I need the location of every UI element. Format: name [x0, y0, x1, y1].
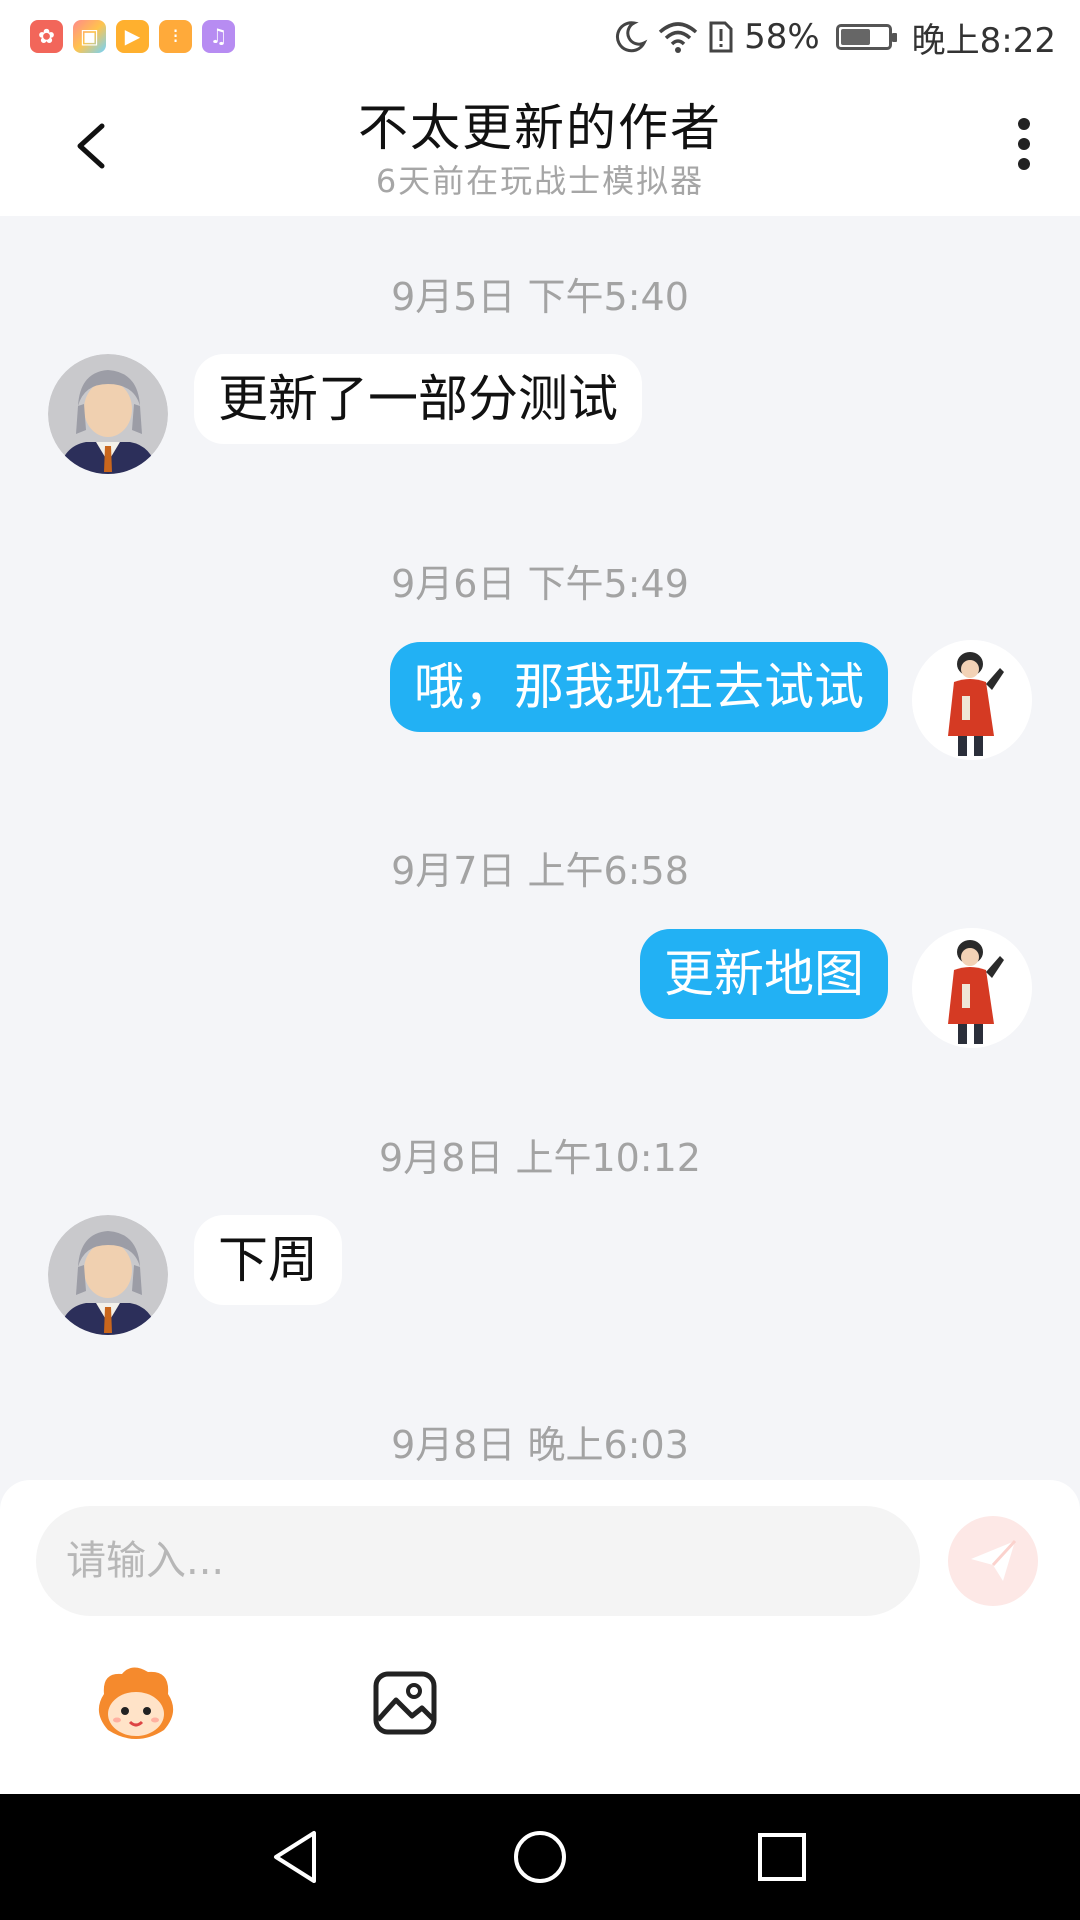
music-icon: ♫ — [202, 20, 235, 53]
triangle-back-icon — [274, 1831, 316, 1883]
chat-header: 不太更新的作者 6天前在玩战士模拟器 — [0, 74, 1080, 216]
battery-icon — [835, 24, 897, 50]
theme-icon: ▣ — [73, 20, 106, 53]
wifi-icon — [658, 20, 698, 54]
message-timestamp: 9月8日 晚上6:03 — [391, 1423, 689, 1467]
avatar-image — [48, 354, 168, 474]
sim-alert-icon — [708, 20, 734, 54]
huawei-app-icon: ✿ — [30, 20, 63, 53]
message-input[interactable] — [36, 1506, 920, 1616]
moon-icon — [612, 19, 648, 55]
message-bubble-incoming[interactable]: 更新了一部分测试 — [194, 354, 642, 444]
circle-home-icon — [514, 1831, 566, 1883]
square-recents-icon — [758, 1833, 806, 1881]
avatar-image — [912, 640, 1032, 760]
contact-avatar[interactable] — [48, 354, 168, 474]
message-timestamp: 9月6日 下午5:49 — [391, 562, 689, 606]
message-bubble-outgoing[interactable]: 更新地图 — [640, 929, 888, 1019]
battery-level — [840, 29, 870, 45]
message-bubble-outgoing[interactable]: 哦，那我现在去试试 — [390, 642, 888, 732]
status-bar: ✿ ▣ ▶ ⁝ ♫ 58% 晚上8:22 — [0, 0, 1080, 74]
status-indicators: 58% 晚上8:22 — [612, 12, 1056, 62]
nav-back-button[interactable] — [268, 1827, 328, 1887]
chat-title: 不太更新的作者 — [358, 99, 722, 157]
battery-percent: 58% — [744, 17, 820, 57]
more-options-button[interactable] — [994, 114, 1054, 180]
emoji-button[interactable] — [92, 1664, 180, 1744]
nav-home-button[interactable] — [510, 1827, 570, 1887]
video-icon: ▶ — [116, 20, 149, 53]
image-button[interactable] — [372, 1670, 438, 1736]
chat-subtitle: 6天前在玩战士模拟器 — [375, 162, 705, 200]
avatar-image — [912, 928, 1032, 1048]
nav-recents-button[interactable] — [752, 1827, 812, 1887]
message-timestamp: 9月5日 下午5:40 — [391, 275, 689, 319]
more-vertical-icon — [1018, 118, 1030, 170]
send-button[interactable] — [948, 1516, 1038, 1606]
notification-icons: ✿ ▣ ▶ ⁝ ♫ — [30, 20, 235, 53]
contact-avatar[interactable] — [48, 1215, 168, 1335]
wallet-icon: ⁝ — [159, 20, 192, 53]
message-list[interactable]: 9月5日 下午5:40 更新了一部分测试 9月6日 下午5:49 哦，那我现在去… — [0, 216, 1080, 1480]
clock: 晚上8:22 — [911, 20, 1056, 61]
system-navigation-bar — [0, 1794, 1080, 1920]
avatar-image — [48, 1215, 168, 1335]
message-timestamp: 9月8日 上午10:12 — [379, 1136, 701, 1180]
image-icon — [373, 1671, 437, 1735]
my-avatar[interactable] — [912, 928, 1032, 1048]
my-avatar[interactable] — [912, 640, 1032, 760]
send-icon — [971, 1539, 1017, 1581]
input-panel — [0, 1480, 1080, 1794]
message-timestamp: 9月7日 上午6:58 — [391, 849, 689, 893]
message-bubble-incoming[interactable]: 下周 — [194, 1215, 342, 1305]
emoji-mascot-icon — [98, 1667, 174, 1739]
